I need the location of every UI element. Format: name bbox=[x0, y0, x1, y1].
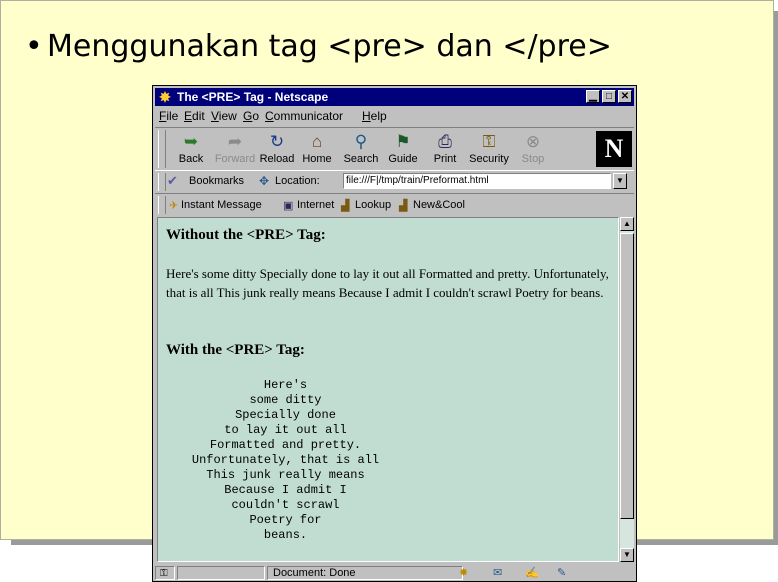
stop-icon: ⊗ bbox=[525, 132, 541, 151]
bullet-text: Menggunakan tag <pre> dan </pre> bbox=[47, 29, 612, 64]
vertical-scrollbar[interactable]: ▲ ▼ bbox=[620, 217, 634, 562]
browser-window: ✸ The <PRE> Tag - Netscape ▁ □ ✕ File Ed… bbox=[152, 85, 637, 582]
lock-icon: ⚿ bbox=[482, 132, 496, 151]
internet-link[interactable]: Internet bbox=[297, 199, 334, 211]
flowing-paragraph: Here's some ditty Specially done to lay … bbox=[166, 266, 609, 300]
close-button[interactable]: ✕ bbox=[618, 90, 632, 103]
maximize-button[interactable]: □ bbox=[602, 90, 616, 103]
search-icon: ⚲ bbox=[354, 132, 368, 151]
security-label: Security bbox=[469, 153, 509, 165]
instant-message-icon: ✈ bbox=[169, 200, 179, 212]
back-label: Back bbox=[178, 153, 204, 165]
netscape-logo[interactable]: N bbox=[596, 131, 632, 167]
internet-icon: ▣ bbox=[283, 200, 294, 212]
security-status-icon[interactable]: ⚿ bbox=[155, 566, 175, 580]
forward-arrow-icon: ➦ bbox=[227, 132, 243, 151]
composer-icon[interactable]: ✎ bbox=[557, 566, 566, 579]
url-field[interactable]: file:///F|/tmp/train/Preformat.html bbox=[343, 173, 611, 189]
back-arrow-icon: ➥ bbox=[183, 132, 199, 151]
location-label: Location: bbox=[275, 175, 320, 187]
location-toolbar: ✔ Bookmarks ✥ Location: file:///F|/tmp/t… bbox=[155, 171, 634, 194]
pre-line: This junk really means bbox=[206, 468, 365, 482]
netscape-icon: ✸ bbox=[159, 89, 171, 105]
security-button[interactable]: ⚿ Security bbox=[467, 131, 511, 169]
status-bar: ⚿ Document: Done ✸ ✉ ✍ ✎ bbox=[155, 565, 634, 581]
lookup-link[interactable]: Lookup bbox=[355, 199, 391, 211]
print-icon: ⎙ bbox=[438, 132, 452, 151]
pre-line: Formatted and pretty. bbox=[209, 438, 362, 452]
bookmark-icon: ✔ bbox=[167, 173, 178, 188]
search-button[interactable]: ⚲ Search bbox=[339, 131, 383, 169]
guide-button[interactable]: ⚑ Guide bbox=[381, 131, 425, 169]
guide-icon: ⚑ bbox=[395, 132, 411, 151]
pre-line: Specially done bbox=[235, 408, 336, 422]
component-bar-icon[interactable]: ✸ bbox=[459, 566, 468, 579]
menu-bar: File Edit View Go Communicator Help bbox=[155, 107, 634, 125]
pre-line: some ditty bbox=[249, 393, 322, 407]
toolbar-grip[interactable] bbox=[158, 130, 166, 168]
url-dropdown-button[interactable]: ▼ bbox=[613, 173, 627, 189]
print-button[interactable]: ⎙ Print bbox=[423, 131, 467, 169]
location-icon: ✥ bbox=[259, 174, 270, 188]
mail-icon[interactable]: ✉ bbox=[493, 566, 502, 579]
pre-line: couldn't scrawl bbox=[231, 498, 340, 512]
menu-communicator[interactable]: Communicator bbox=[265, 109, 343, 123]
bullet-dot: • bbox=[25, 29, 43, 64]
pre-line: to lay it out all bbox=[224, 423, 347, 437]
heading-without-pre: Without the <PRE> Tag: bbox=[166, 227, 326, 243]
pre-line: Poetry for bbox=[249, 513, 322, 527]
pre-line: beans. bbox=[263, 528, 308, 542]
back-button[interactable]: ➥ Back bbox=[169, 131, 213, 169]
guide-label: Guide bbox=[388, 153, 418, 165]
search-label: Search bbox=[343, 153, 379, 165]
location-grip[interactable] bbox=[158, 173, 166, 191]
personal-grip[interactable] bbox=[158, 196, 166, 214]
home-button[interactable]: ⌂ Home bbox=[295, 131, 339, 169]
pre-line: Here's bbox=[263, 378, 308, 392]
navigation-toolbar: ➥ Back ➦ Forward ↻ Reload ⌂ Home ⚲ Search ⚑ Gu… bbox=[155, 127, 634, 171]
progress-cell bbox=[177, 566, 265, 580]
pre-line: Unfortunately, that is all bbox=[191, 453, 380, 467]
folder-icon: ▟ bbox=[399, 200, 408, 212]
menu-view[interactable]: View bbox=[211, 109, 237, 123]
scroll-up-button[interactable]: ▲ bbox=[620, 217, 634, 231]
personal-toolbar: ✈ Instant Message ▣ Internet ▟ Lookup ▟ … bbox=[155, 195, 634, 215]
stop-button[interactable]: ⊗ Stop bbox=[511, 131, 555, 169]
minimize-button[interactable]: ▁ bbox=[586, 90, 600, 103]
menu-edit[interactable]: Edit bbox=[184, 109, 205, 123]
stop-label: Stop bbox=[521, 153, 545, 165]
pre-line: Because I admit I bbox=[224, 483, 347, 497]
menu-file[interactable]: File bbox=[159, 109, 178, 123]
status-text: Document: Done bbox=[273, 567, 356, 579]
reload-label: Reload bbox=[259, 153, 295, 165]
newcool-link[interactable]: New&Cool bbox=[413, 199, 465, 211]
home-label: Home bbox=[302, 153, 332, 165]
preformatted-block: Here's some ditty Specially done to lay it … bbox=[158, 378, 413, 543]
reload-button[interactable]: ↻ Reload bbox=[255, 131, 299, 169]
window-title: The <PRE> Tag - Netscape bbox=[177, 90, 329, 104]
forward-label: Forward bbox=[214, 153, 256, 165]
page-content: Without the <PRE> Tag: Here's some ditty… bbox=[157, 217, 619, 562]
print-label: Print bbox=[433, 153, 457, 165]
menu-help[interactable]: Help bbox=[362, 109, 387, 123]
title-bar: ✸ The <PRE> Tag - Netscape ▁ □ ✕ bbox=[155, 88, 634, 106]
scroll-thumb[interactable] bbox=[620, 233, 634, 519]
folder-icon: ▟ bbox=[341, 200, 350, 212]
menu-go[interactable]: Go bbox=[243, 109, 259, 123]
forward-button[interactable]: ➦ Forward bbox=[213, 131, 257, 169]
slide-bullet: • Menggunakan tag <pre> dan </pre> bbox=[25, 29, 612, 64]
bookmarks-button[interactable]: Bookmarks bbox=[189, 175, 244, 187]
reload-icon: ↻ bbox=[269, 132, 285, 151]
discussion-icon[interactable]: ✍ bbox=[525, 566, 539, 579]
scroll-down-button[interactable]: ▼ bbox=[620, 548, 634, 562]
instant-message-link[interactable]: Instant Message bbox=[181, 199, 262, 211]
home-icon: ⌂ bbox=[311, 132, 323, 151]
heading-with-pre: With the <PRE> Tag: bbox=[166, 342, 305, 358]
